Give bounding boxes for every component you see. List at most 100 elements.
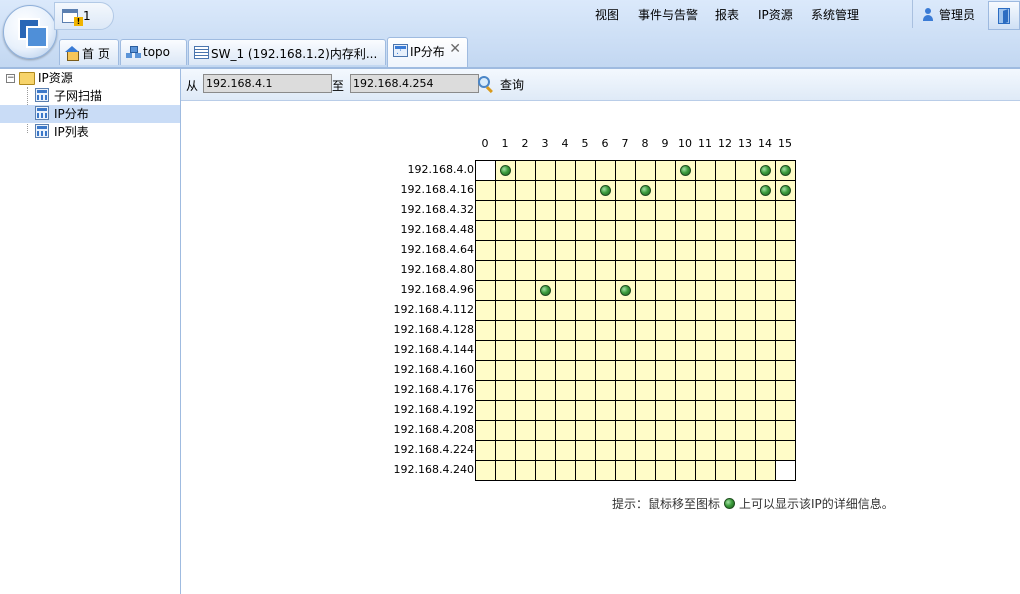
ip-cell-free[interactable] [635,200,655,220]
ip-cell-free[interactable] [555,220,575,240]
used-ip-icon[interactable] [620,285,631,296]
ip-cell-free[interactable] [655,180,675,200]
ip-cell-free[interactable] [715,200,735,220]
ip-cell-free[interactable] [775,360,795,380]
ip-cell-used[interactable] [495,160,515,180]
ip-cell-free[interactable] [555,240,575,260]
ip-cell-free[interactable] [695,440,715,460]
ip-cell-free[interactable] [655,240,675,260]
ip-cell-free[interactable] [655,420,675,440]
used-ip-icon[interactable] [760,185,771,196]
ip-cell-used[interactable] [615,280,635,300]
used-ip-icon[interactable] [680,165,691,176]
tab-ip-distribution[interactable]: IP分布 ✕ [387,37,468,67]
ip-cell-free[interactable] [555,180,575,200]
ip-cell-free[interactable] [675,380,695,400]
ip-cell-free[interactable] [755,260,775,280]
ip-cell-free[interactable] [775,240,795,260]
ip-cell-free[interactable] [735,280,755,300]
ip-cell-free[interactable] [515,440,535,460]
ip-cell-free[interactable] [755,280,775,300]
ip-cell-free[interactable] [715,400,735,420]
ip-cell-free[interactable] [495,380,515,400]
ip-cell-free[interactable] [535,160,555,180]
used-ip-icon[interactable] [600,185,611,196]
ip-cell-free[interactable] [615,440,635,460]
ip-cell-free[interactable] [635,360,655,380]
ip-cell-free[interactable] [695,400,715,420]
ip-cell-free[interactable] [675,320,695,340]
ip-cell-free[interactable] [535,320,555,340]
ip-cell-free[interactable] [755,240,775,260]
ip-cell-free[interactable] [535,440,555,460]
menu-system-management[interactable]: 系统管理 [811,6,859,23]
ip-cell-free[interactable] [735,440,755,460]
used-ip-icon[interactable] [760,165,771,176]
ip-cell-free[interactable] [775,260,795,280]
ip-cell-free[interactable] [615,320,635,340]
ip-cell-free[interactable] [655,360,675,380]
ip-cell-free[interactable] [695,340,715,360]
ip-cell-free[interactable] [775,300,795,320]
ip-cell-free[interactable] [715,360,735,380]
used-ip-icon[interactable] [780,185,791,196]
used-ip-icon[interactable] [780,165,791,176]
ip-cell-free[interactable] [675,440,695,460]
ip-cell-used[interactable] [535,280,555,300]
ip-cell-free[interactable] [635,240,655,260]
ip-cell-free[interactable] [475,400,495,420]
ip-cell-free[interactable] [495,340,515,360]
ip-cell-free[interactable] [475,380,495,400]
ip-cell-free[interactable] [575,240,595,260]
ip-cell-free[interactable] [715,340,735,360]
ip-cell-free[interactable] [675,240,695,260]
ip-cell-free[interactable] [635,160,655,180]
ip-cell-free[interactable] [595,240,615,260]
ip-cell-free[interactable] [675,400,695,420]
ip-cell-free[interactable] [695,180,715,200]
ip-cell-free[interactable] [495,200,515,220]
ip-cell-used[interactable] [675,160,695,180]
ip-cell-free[interactable] [615,420,635,440]
ip-cell-free[interactable] [655,460,675,480]
ip-cell-used[interactable] [755,180,775,200]
ip-cell-free[interactable] [735,240,755,260]
ip-cell-free[interactable] [695,320,715,340]
ip-cell-free[interactable] [735,320,755,340]
ip-cell-free[interactable] [475,220,495,240]
ip-cell-free[interactable] [775,380,795,400]
ip-cell-free[interactable] [535,340,555,360]
ip-cell-free[interactable] [695,280,715,300]
ip-cell-free[interactable] [675,280,695,300]
ip-cell-free[interactable] [495,280,515,300]
ip-cell-free[interactable] [735,220,755,240]
ip-cell-free[interactable] [515,200,535,220]
ip-cell-free[interactable] [575,460,595,480]
ip-cell-free[interactable] [755,340,775,360]
ip-cell-free[interactable] [715,160,735,180]
ip-cell-free[interactable] [575,220,595,240]
ip-cell-free[interactable] [555,280,575,300]
ip-cell-free[interactable] [775,440,795,460]
ip-cell-free[interactable] [475,280,495,300]
ip-cell-free[interactable] [635,340,655,360]
ip-cell-free[interactable] [475,180,495,200]
ip-cell-free[interactable] [535,300,555,320]
ip-cell-free[interactable] [495,460,515,480]
ip-cell-free[interactable] [475,260,495,280]
ip-cell-free[interactable] [775,420,795,440]
ip-cell-free[interactable] [635,440,655,460]
sidebar-item-ip-distribution[interactable]: IP分布 [0,105,180,123]
ip-cell-free[interactable] [735,200,755,220]
ip-cell-free[interactable] [555,160,575,180]
ip-cell-free[interactable] [495,420,515,440]
ip-cell-free[interactable] [555,320,575,340]
ip-cell-free[interactable] [715,440,735,460]
ip-cell-free[interactable] [655,260,675,280]
ip-cell-free[interactable] [535,200,555,220]
ip-cell-free[interactable] [535,400,555,420]
ip-cell-free[interactable] [775,340,795,360]
ip-cell-free[interactable] [575,400,595,420]
ip-cell-free[interactable] [615,220,635,240]
ip-cell-free[interactable] [755,420,775,440]
